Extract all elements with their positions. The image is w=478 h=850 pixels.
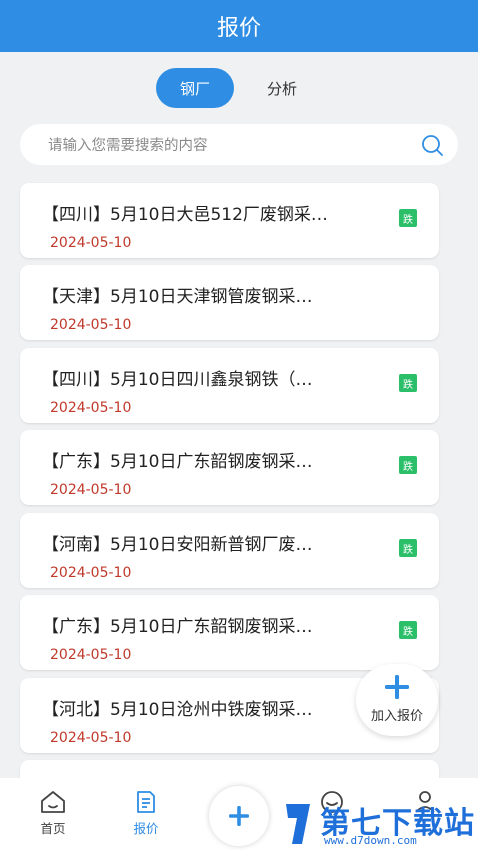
item-title: 【河北】5月10日沧州中铁废钢采… xyxy=(42,700,313,720)
watermark-logo-icon xyxy=(286,804,310,844)
item-title: 【天津】5月10日天津钢管废钢采… xyxy=(42,287,313,307)
item-title: 【四川】5月10日四川鑫泉钢铁（… xyxy=(42,370,313,390)
item-date: 2024-05-10 xyxy=(50,482,132,498)
tab-analysis[interactable]: 分析 xyxy=(250,68,314,108)
list-item-partial[interactable] xyxy=(20,760,439,780)
trend-badge: 跌 xyxy=(399,621,417,639)
search-icon[interactable] xyxy=(420,133,444,157)
list-item[interactable]: 【四川】5月10日四川鑫泉钢铁（… 2024-05-10 跌 xyxy=(20,348,439,423)
trend-badge: 跌 xyxy=(399,456,417,474)
add-quote-label: 加入报价 xyxy=(370,709,423,724)
tab-steel-mill[interactable]: 钢厂 xyxy=(156,68,234,108)
list-item[interactable]: 【天津】5月10日天津钢管废钢采… 2024-05-10 xyxy=(20,265,439,340)
item-title: 【广东】5月10日广东韶钢废钢采… xyxy=(42,617,313,637)
item-date: 2024-05-10 xyxy=(50,400,132,416)
add-quote-button[interactable]: 加入报价 xyxy=(356,664,438,736)
list-item[interactable]: 【河南】5月10日安阳新普钢厂废… 2024-05-10 跌 xyxy=(20,513,439,588)
item-date: 2024-05-10 xyxy=(50,647,132,663)
trend-badge: 跌 xyxy=(399,209,417,227)
item-title: 【四川】5月10日大邑512厂废钢采… xyxy=(42,205,328,225)
search-input[interactable]: 请输入您需要搜索的内容 xyxy=(48,134,208,155)
item-title: 【河南】5月10日安阳新普钢厂废… xyxy=(42,535,313,555)
trend-badge: 跌 xyxy=(399,539,417,557)
center-add-button[interactable] xyxy=(209,786,269,846)
list-item[interactable]: 【四川】5月10日大邑512厂废钢采… 2024-05-10 跌 xyxy=(20,183,439,258)
plus-icon xyxy=(385,675,409,699)
nav-home[interactable]: 首页 xyxy=(23,790,83,837)
site-watermark: 第七下载站 www.d7down.com xyxy=(280,798,478,850)
nav-home-label: 首页 xyxy=(40,821,66,836)
trend-badge: 跌 xyxy=(399,374,417,392)
page-title: 报价 xyxy=(216,16,261,41)
item-date: 2024-05-10 xyxy=(50,730,132,746)
home-icon xyxy=(41,791,65,813)
nav-quote-label: 报价 xyxy=(133,821,159,836)
item-date: 2024-05-10 xyxy=(50,565,132,581)
list-item[interactable]: 【广东】5月10日广东韶钢废钢采… 2024-05-10 跌 xyxy=(20,430,439,505)
tab-bar: 钢厂 分析 xyxy=(0,68,478,108)
item-date: 2024-05-10 xyxy=(50,317,132,333)
item-date: 2024-05-10 xyxy=(50,235,132,251)
plus-icon xyxy=(229,806,249,826)
item-title: 【广东】5月10日广东韶钢废钢采… xyxy=(42,452,313,472)
nav-quote[interactable]: 报价 xyxy=(116,790,176,837)
watermark-url: www.d7down.com xyxy=(324,834,417,847)
app-header: 报价 xyxy=(0,0,478,52)
list-item[interactable]: 【广东】5月10日广东韶钢废钢采… 2024-05-10 跌 xyxy=(20,595,439,670)
quote-doc-icon xyxy=(137,791,155,813)
search-bar[interactable]: 请输入您需要搜索的内容 xyxy=(20,124,458,165)
